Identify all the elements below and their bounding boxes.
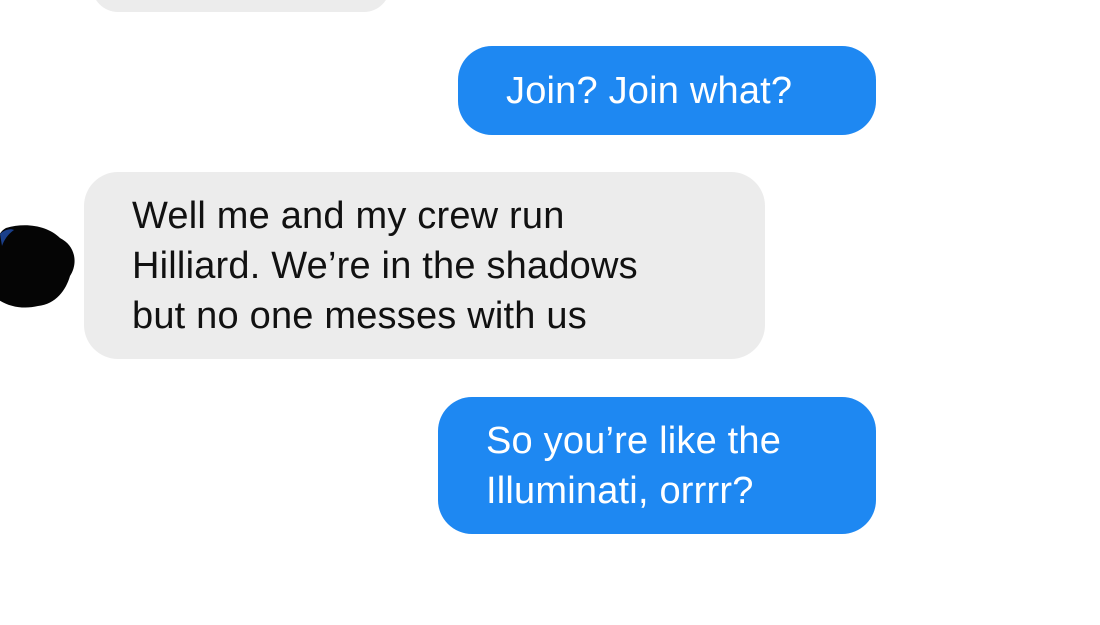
- message-bubble-incoming[interactable]: Well me and my crew run Hilliard. We’re …: [84, 172, 765, 359]
- message-text: Well me and my crew run Hilliard. We’re …: [132, 195, 638, 337]
- message-bubble-outgoing[interactable]: So you’re like the Illuminati, orrrr?: [438, 397, 876, 534]
- message-text: So you’re like the Illuminati, orrrr?: [486, 420, 782, 512]
- message-text: Join? Join what?: [506, 70, 793, 112]
- message-thread: Join? Join what? Well me and my crew run…: [0, 0, 1100, 625]
- message-bubble-incoming-previous[interactable]: [92, 0, 390, 12]
- redacted-avatar-icon: [0, 220, 78, 310]
- message-bubble-outgoing[interactable]: Join? Join what?: [458, 46, 876, 135]
